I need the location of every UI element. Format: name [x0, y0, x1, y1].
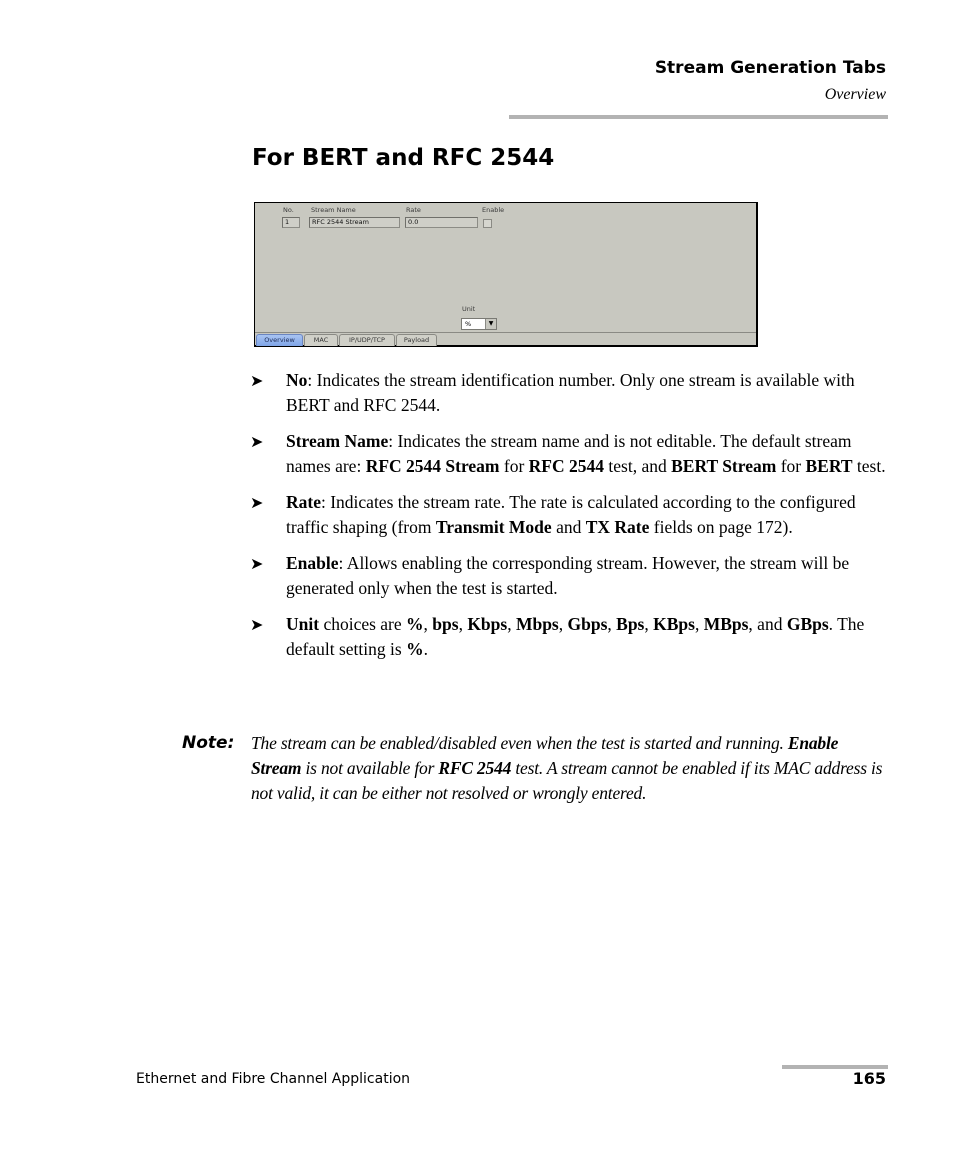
unit-option: Mbps [515, 614, 559, 634]
separator: , [644, 614, 654, 634]
emphasis: RFC 2544 [528, 456, 605, 476]
list-item: ➤ Stream Name: Indicates the stream name… [250, 429, 890, 479]
field-description-list: ➤ No: Indicates the stream identificatio… [250, 368, 890, 673]
term: Rate [286, 492, 321, 512]
term: Stream Name [286, 431, 389, 451]
stream-rate-field[interactable]: 0.0 [405, 217, 478, 228]
description: for [776, 456, 806, 476]
unit-label: Unit [462, 305, 476, 313]
list-item: ➤ No: Indicates the stream identificatio… [250, 368, 890, 418]
arrow-bullet-icon: ➤ [250, 432, 264, 451]
emphasis: BERT Stream [671, 456, 777, 476]
section-title: For BERT and RFC 2544 [252, 145, 555, 171]
description: and [551, 517, 586, 537]
footer-document-title: Ethernet and Fibre Channel Application [136, 1071, 411, 1087]
unit-option: % [406, 614, 424, 634]
emphasis: Transmit Mode [435, 517, 552, 537]
running-header-title: Stream Generation Tabs [654, 58, 886, 78]
description: . [423, 639, 428, 659]
description: fields on page 172). [649, 517, 793, 537]
note-body: The stream can be enabled/disabled even … [251, 733, 788, 753]
stream-name-field[interactable]: RFC 2544 Stream [309, 217, 400, 228]
arrow-bullet-icon: ➤ [250, 554, 264, 573]
term: Unit [286, 614, 320, 634]
header-rule [509, 115, 888, 119]
column-header-stream-name: Stream Name [311, 206, 356, 214]
unit-option: Gbps [567, 614, 608, 634]
column-header-rate: Rate [406, 206, 421, 214]
term: Enable [286, 553, 339, 573]
list-item: ➤ Unit choices are %, bps, Kbps, Mbps, G… [250, 612, 890, 662]
arrow-bullet-icon: ➤ [250, 371, 264, 390]
emphasis: % [406, 639, 424, 659]
unit-option: GBps [786, 614, 829, 634]
arrow-bullet-icon: ➤ [250, 615, 264, 634]
separator: , and [748, 614, 787, 634]
page-number: 165 [852, 1069, 886, 1088]
unit-option: bps [432, 614, 459, 634]
emphasis: TX Rate [585, 517, 650, 537]
unit-option: Kbps [467, 614, 508, 634]
column-header-no: No. [283, 206, 294, 214]
arrow-bullet-icon: ➤ [250, 493, 264, 512]
emphasis: RFC 2544 Stream [365, 456, 500, 476]
tab-mac[interactable]: MAC [304, 334, 338, 346]
description: for [499, 456, 529, 476]
term: No [286, 370, 308, 390]
emphasis: BERT [805, 456, 853, 476]
tab-ip-udp-tcp[interactable]: IP/UDP/TCP [339, 334, 395, 346]
description: test. [852, 456, 886, 476]
enable-checkbox[interactable] [483, 219, 492, 228]
separator: , [458, 614, 468, 634]
description: test, and [604, 456, 672, 476]
running-header-subtitle: Overview [824, 86, 886, 103]
unit-option: Bps [616, 614, 645, 634]
separator: , [694, 614, 704, 634]
unit-option: MBps [703, 614, 749, 634]
note-label: Note: [182, 733, 235, 753]
list-item: ➤ Rate: Indicates the stream rate. The r… [250, 490, 890, 540]
description: : Indicates the stream identification nu… [286, 370, 855, 415]
chevron-down-icon[interactable]: ▼ [485, 319, 496, 329]
unit-option: KBps [653, 614, 695, 634]
column-header-enable: Enable [482, 206, 505, 214]
separator: , [507, 614, 516, 634]
unit-select[interactable]: % ▼ [461, 318, 497, 330]
description: : Allows enabling the corresponding stre… [286, 553, 850, 598]
emphasis: RFC 2544 [438, 758, 512, 778]
tab-overview[interactable]: Overview [256, 334, 303, 346]
stream-overview-screenshot: No. Stream Name Rate Enable 1 RFC 2544 S… [254, 202, 758, 347]
list-item: ➤ Enable: Allows enabling the correspond… [250, 551, 890, 601]
unit-select-value: % [465, 320, 472, 328]
tab-bar-divider [255, 332, 756, 333]
note-text: The stream can be enabled/disabled even … [251, 731, 887, 806]
separator: , [558, 614, 568, 634]
separator: , [607, 614, 617, 634]
tab-payload[interactable]: Payload [396, 334, 437, 346]
separator: , [423, 614, 433, 634]
stream-number-field: 1 [282, 217, 300, 228]
description: choices are [319, 614, 407, 634]
note-body: is not available for [301, 758, 439, 778]
